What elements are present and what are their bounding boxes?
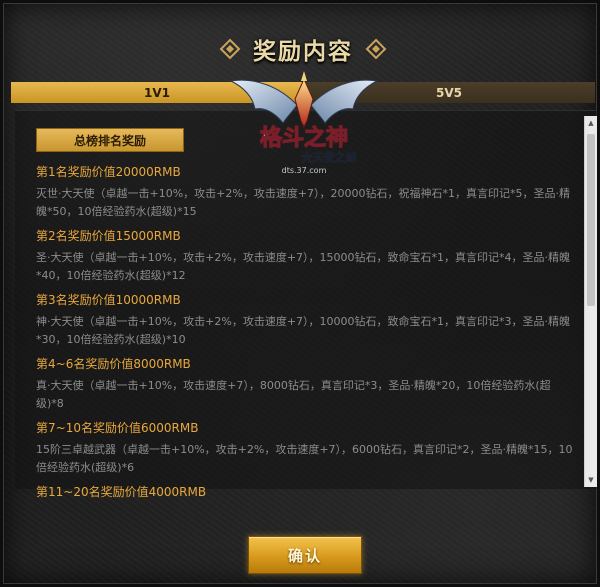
reward-list: 第1名奖励价值20000RMB 灭世·大天使（卓越一击+10%，攻击+2%，攻击… (36, 163, 576, 507)
tier-title: 第7~10名奖励价值6000RMB (36, 421, 199, 435)
reward-tier: 第3名奖励价值10000RMB 神·大天使（卓越一击+10%，攻击+2%，攻击速… (36, 291, 576, 349)
reward-dialog: 奖励内容 1V1 5V5 格斗之神 大天使之剑 dts.37.com 总榜排名奖… (0, 0, 600, 587)
scroll-down-icon[interactable]: ▼ (585, 473, 597, 487)
reward-tier: 第7~10名奖励价值6000RMB 15阶三卓越武器（卓越一击+10%，攻击+2… (36, 419, 576, 477)
reward-scrollbar[interactable]: ▲ ▼ (584, 116, 597, 487)
reward-tier: 第1名奖励价值20000RMB 灭世·大天使（卓越一击+10%，攻击+2%，攻击… (36, 163, 576, 221)
tier-description: 15阶三卓越武器（卓越一击+10%，攻击+2%，攻击速度+7），6000钻石，真… (36, 443, 573, 474)
scroll-up-icon[interactable]: ▲ (585, 116, 597, 130)
ornament-right-icon (365, 38, 387, 60)
reward-tier: 第4~6名奖励价值8000RMB 真·大天使（卓越一击+10%，攻击速度+7），… (36, 355, 576, 413)
tier-title: 第3名奖励价值10000RMB (36, 293, 181, 307)
scroll-track[interactable] (585, 130, 597, 473)
confirm-button[interactable]: 确认 (248, 536, 362, 574)
tier-description: 真·大天使（卓越一击+10%，攻击速度+7），8000钻石，真言印记*3，圣品·… (36, 379, 551, 410)
reward-tier: 第2名奖励价值15000RMB 圣·大天使（卓越一击+10%，攻击+2%，攻击速… (36, 227, 576, 285)
tier-description: 灭世·大天使（卓越一击+10%，攻击+2%，攻击速度+7），20000钻石，祝福… (36, 187, 571, 218)
tier-description: 圣·大天使（卓越一击+10%，攻击+2%，攻击速度+7），15000钻石，致命宝… (36, 251, 571, 282)
tier-title: 第1名奖励价值20000RMB (36, 165, 181, 179)
dialog-header: 奖励内容 (3, 29, 600, 69)
dialog-title: 奖励内容 (253, 39, 353, 65)
tier-title: 第2名奖励价值15000RMB (36, 229, 181, 243)
tier-title: 第4~6名奖励价值8000RMB (36, 357, 191, 371)
ornament-left-icon (219, 38, 241, 60)
scroll-thumb[interactable] (587, 134, 595, 306)
tier-title: 第11~20名奖励价值4000RMB (36, 485, 207, 499)
logo-subtitle: 大天使之剑 (302, 150, 357, 164)
logo-name: 格斗之神 (260, 125, 348, 151)
reward-tier: 第11~20名奖励价值4000RMB (36, 483, 576, 501)
overall-ranking-button[interactable]: 总榜排名奖励 (36, 128, 184, 152)
tier-description: 神·大天使（卓越一击+10%，攻击+2%，攻击速度+7），10000钻石，致命宝… (36, 315, 571, 346)
